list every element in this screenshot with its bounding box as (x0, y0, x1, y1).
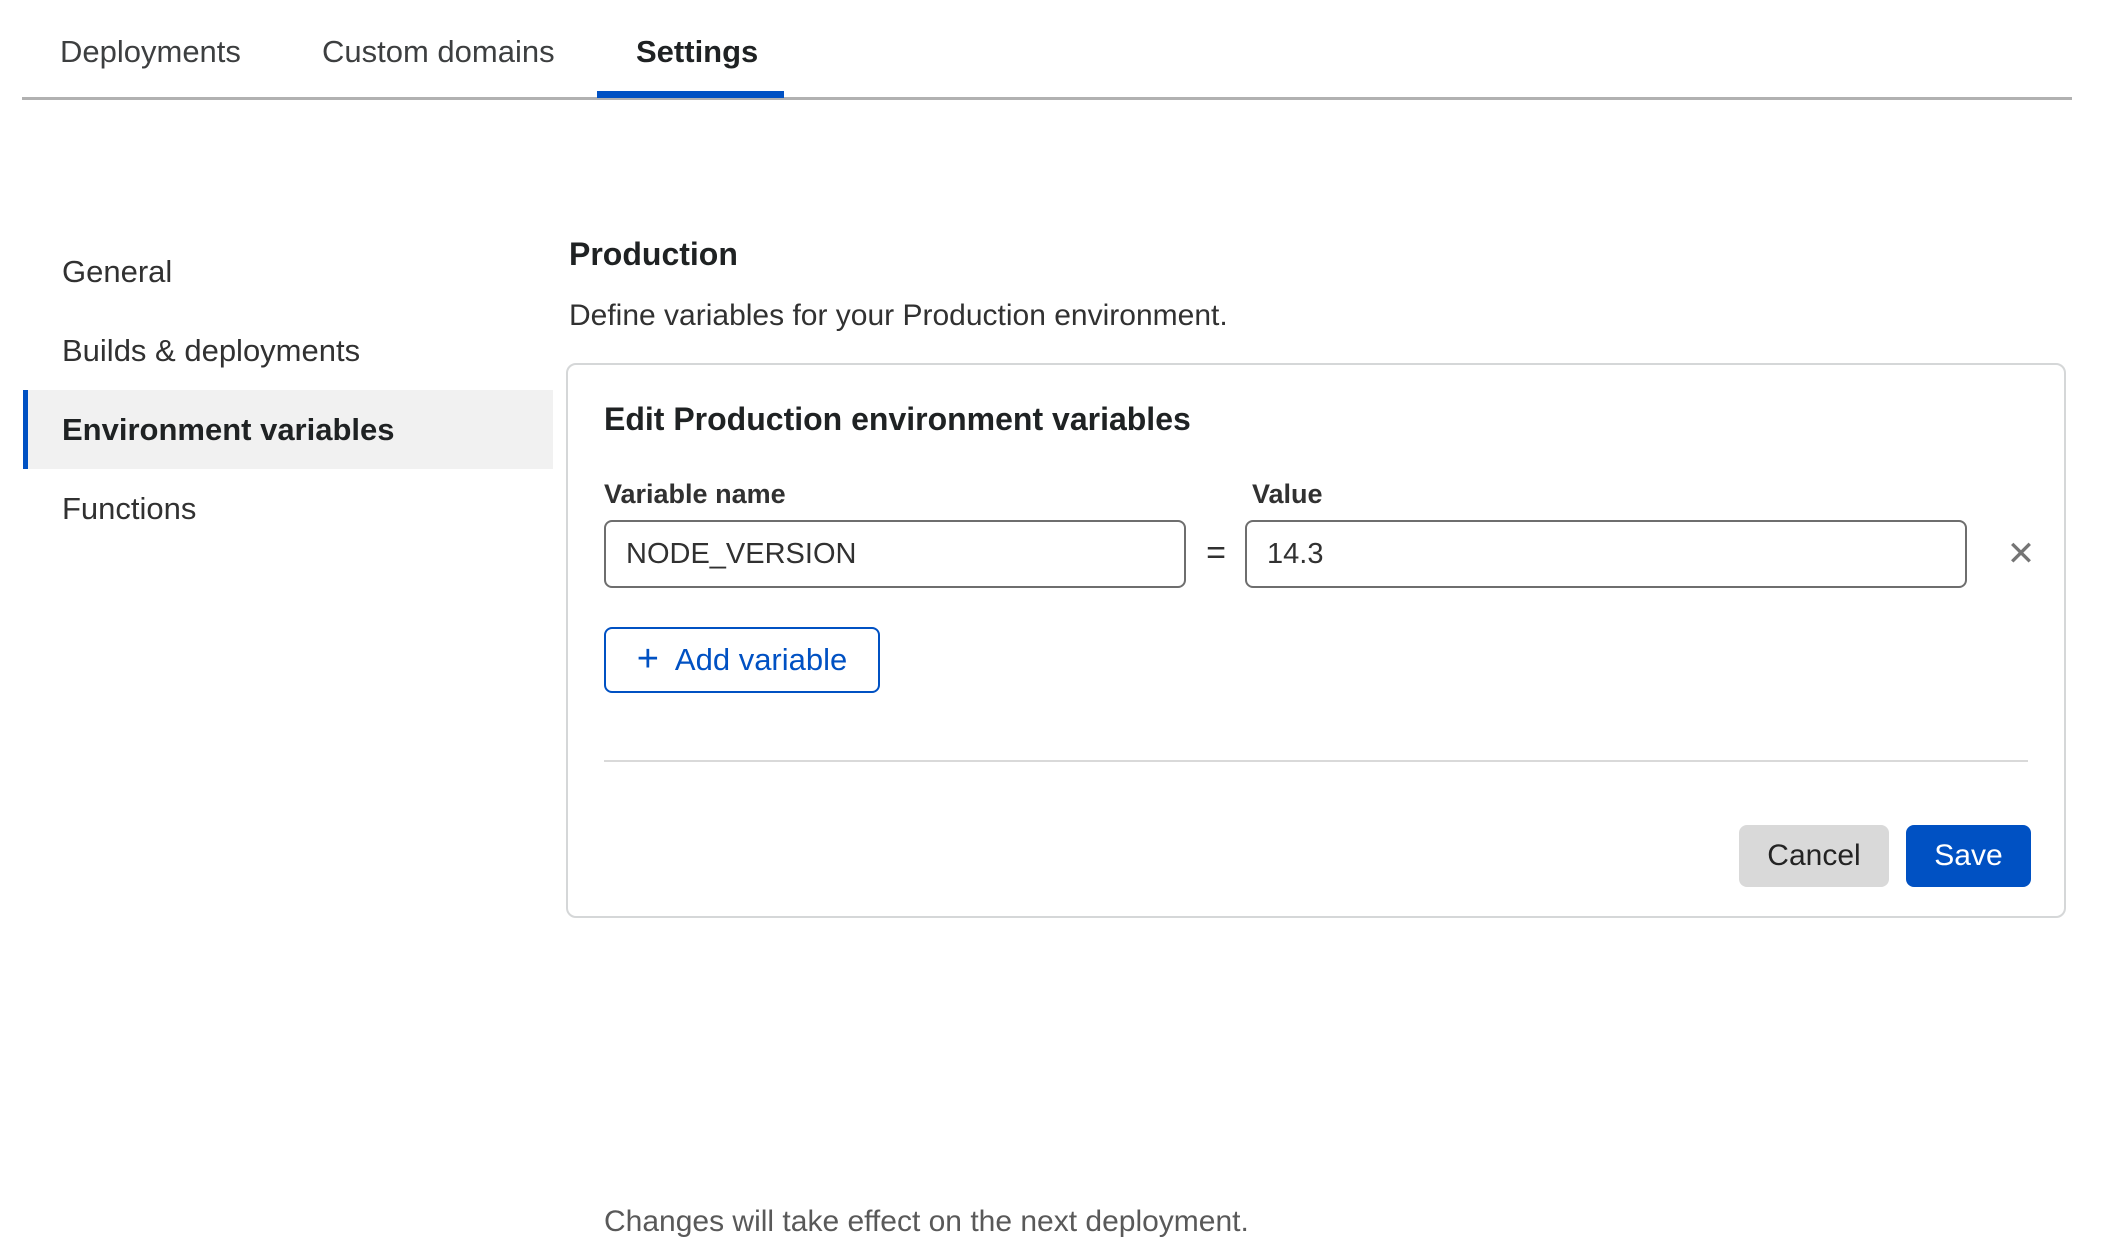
sidebar-item-environment-variables[interactable]: Environment variables (23, 390, 553, 469)
sidebar-item-builds-deployments[interactable]: Builds & deployments (23, 311, 553, 390)
settings-sidebar: General Builds & deployments Environment… (23, 232, 553, 548)
equals-sign: = (1188, 534, 1244, 573)
section-description: Define variables for your Production env… (569, 299, 1228, 333)
add-variable-label: Add variable (675, 642, 847, 678)
sidebar-item-functions[interactable]: Functions (23, 469, 553, 548)
sidebar-item-general[interactable]: General (23, 232, 553, 311)
footer-note: Changes will take effect on the next dep… (604, 1205, 1249, 1239)
variable-value-input[interactable] (1245, 520, 1967, 588)
active-tab-indicator (597, 91, 784, 98)
tab-settings[interactable]: Settings (636, 36, 758, 68)
value-label: Value (1252, 479, 1323, 510)
card-title: Edit Production environment variables (604, 401, 1191, 438)
add-variable-button[interactable]: + Add variable (604, 627, 880, 693)
save-button[interactable]: Save (1906, 825, 2031, 887)
tabbar-divider (22, 97, 2072, 100)
variable-name-label: Variable name (604, 479, 786, 510)
delete-variable-button[interactable]: ✕ (1998, 531, 2044, 577)
card-footer-divider (604, 760, 2028, 762)
page-title: Production (569, 236, 738, 273)
cancel-button[interactable]: Cancel (1739, 825, 1889, 887)
tab-deployments[interactable]: Deployments (60, 36, 241, 68)
close-icon: ✕ (2007, 537, 2036, 571)
tab-custom-domains[interactable]: Custom domains (322, 36, 555, 68)
environment-variables-card: Edit Production environment variables Va… (566, 363, 2066, 918)
plus-icon: + (637, 640, 659, 678)
variable-name-input[interactable] (604, 520, 1186, 588)
